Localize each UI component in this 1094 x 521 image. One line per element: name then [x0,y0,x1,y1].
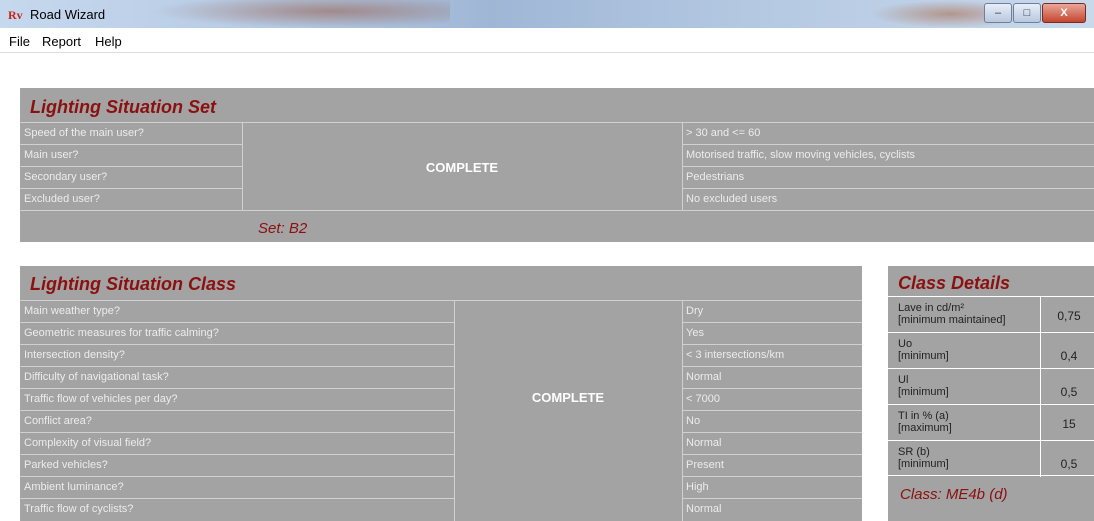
class-question: Main weather type? [20,300,454,322]
menu-help[interactable]: Help [95,34,122,49]
detail-label: SR (b) [minimum] [898,446,949,470]
row-divider [242,122,682,123]
set-answer-main-user: Motorised traffic, slow moving vehicles,… [682,144,1094,166]
detail-label-line: TI in % (a) [898,410,949,422]
detail-label: Ul [minimum] [898,374,949,398]
menu-bar: File Report Help [0,28,1094,53]
column-divider [454,300,455,521]
row-divider [20,210,1094,211]
class-question: Traffic flow of cyclists? [20,498,454,520]
class-answer: Normal [682,498,862,520]
class-answer: Present [682,454,862,476]
class-result: Class: ME4b (d) [900,486,1008,503]
set-question-excluded-user: Excluded user? [20,188,242,210]
class-question: Geometric measures for traffic calming? [20,322,454,344]
app-logo-icon: Rv [8,8,23,22]
title-bar-decoration [150,0,450,28]
class-details-panel: Class Details Lave in cd/m² [minimum main… [888,266,1094,521]
set-status: COMPLETE [425,160,499,175]
detail-label-line: [minimum] [898,458,949,470]
set-panel-title: Lighting Situation Set [30,97,216,117]
detail-label: Uo [minimum] [898,338,949,362]
window-title: Road Wizard [30,7,106,22]
minimize-button[interactable]: – [984,3,1012,23]
class-answer: No [682,410,862,432]
detail-row: Lave in cd/m² [minimum maintained] 0,75 [888,296,1094,333]
maximize-icon: □ [1023,7,1031,19]
detail-value: 0,5 [1060,385,1078,399]
class-answer: < 7000 [682,388,862,410]
class-answer: Normal [682,432,862,454]
set-answer-secondary-user: Pedestrians [682,166,1094,188]
class-question: Complexity of visual field? [20,432,454,454]
menu-file[interactable]: File [9,34,30,49]
class-answer: Yes [682,322,862,344]
class-answer: < 3 intersections/km [682,344,862,366]
close-button[interactable]: X [1042,3,1086,23]
column-divider [1040,405,1041,441]
detail-row: Ul [minimum] 0,5 [888,368,1094,405]
detail-label-line: Lave in cd/m² [898,302,965,314]
detail-label-line: [minimum] [898,386,949,398]
class-question: Intersection density? [20,344,454,366]
class-status: COMPLETE [531,390,605,405]
detail-value: 0,4 [1060,349,1078,363]
row-divider [454,300,682,301]
detail-row: Uo [minimum] 0,4 [888,332,1094,369]
detail-row: SR (b) [minimum] 0,5 [888,440,1094,477]
detail-value: 0,5 [1060,457,1078,471]
class-question: Ambient luminance? [20,476,454,498]
detail-label-line: [minimum maintained] [898,314,1006,326]
lighting-situation-set-panel: Lighting Situation Set Speed of the main… [20,88,1094,242]
detail-row: TI in % (a) [maximum] 15 [888,404,1094,441]
close-icon: X [1060,7,1068,19]
detail-label-line: Ul [898,374,909,386]
set-answer-speed: > 30 and <= 60 [682,122,1094,144]
detail-label-line: [maximum] [898,422,952,434]
class-question: Traffic flow of vehicles per day? [20,388,454,410]
class-question: Conflict area? [20,410,454,432]
detail-label: TI in % (a) [maximum] [898,410,952,434]
details-panel-title: Class Details [898,273,1011,293]
title-bar: Rv Road Wizard – □ X [0,0,1094,28]
lighting-situation-class-panel: Lighting Situation Class Main weather ty… [20,266,862,521]
set-answer-excluded-user: No excluded users [682,188,1094,210]
class-answer: High [682,476,862,498]
detail-label-line: SR (b) [898,446,930,458]
column-divider [1040,297,1041,333]
class-panel-title: Lighting Situation Class [30,274,236,294]
detail-label: Lave in cd/m² [minimum maintained] [898,302,1006,326]
set-question-secondary-user: Secondary user? [20,166,242,188]
column-divider [1040,369,1041,405]
column-divider [1040,333,1041,369]
class-answer: Normal [682,366,862,388]
detail-label-line: Uo [898,338,913,350]
set-result: Set: B2 [258,220,308,237]
detail-value: 0,75 [1057,309,1081,323]
detail-label-line: [minimum] [898,350,949,362]
minimize-icon: – [994,7,1002,19]
class-question: Difficulty of navigational task? [20,366,454,388]
menu-report[interactable]: Report [42,34,81,49]
class-question: Parked vehicles? [20,454,454,476]
column-divider [1040,441,1041,477]
detail-value: 15 [1062,417,1076,431]
class-answer: Dry [682,300,862,322]
maximize-button[interactable]: □ [1013,3,1041,23]
set-question-main-user: Main user? [20,144,242,166]
set-question-speed: Speed of the main user? [20,122,242,144]
window-controls: – □ X [983,3,1086,23]
